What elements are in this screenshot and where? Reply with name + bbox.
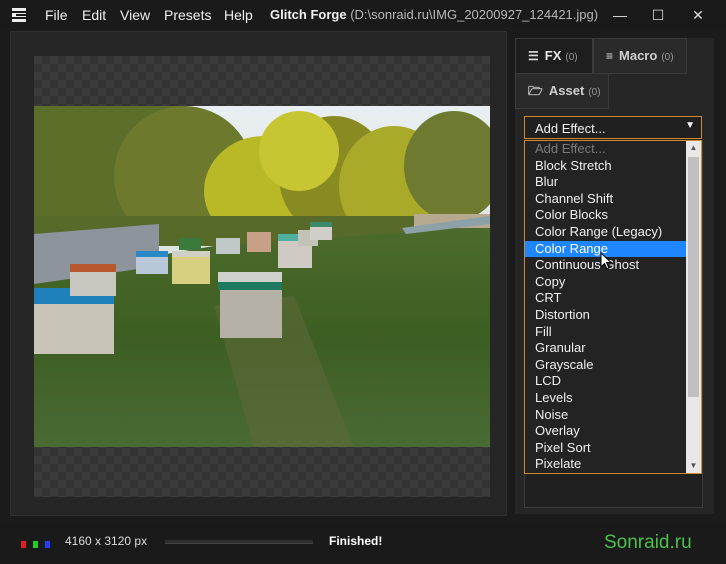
- green-channel-indicator: [33, 541, 38, 548]
- add-effect-dropdown[interactable]: Add Effect... ▼: [524, 116, 702, 139]
- effect-option-grayscale[interactable]: Grayscale: [525, 357, 686, 374]
- effect-option-color-range-legacy[interactable]: Color Range (Legacy): [525, 224, 686, 241]
- tab-fx-count: (0): [565, 52, 578, 63]
- red-channel-indicator: [21, 541, 26, 548]
- effect-option-noise[interactable]: Noise: [525, 407, 686, 424]
- close-button[interactable]: ✕: [686, 6, 710, 24]
- scroll-down-icon[interactable]: ▼: [686, 459, 701, 473]
- menu-help[interactable]: Help: [224, 7, 253, 23]
- effect-option-placeholder[interactable]: Add Effect...: [525, 141, 686, 158]
- app-name: Glitch Forge: [270, 7, 347, 22]
- effect-option-pixel-sort[interactable]: Pixel Sort: [525, 440, 686, 457]
- status-message: Finished!: [329, 534, 383, 548]
- effect-option-pixelate[interactable]: Pixelate: [525, 456, 686, 473]
- image-dimensions: 4160 x 3120 px: [65, 534, 148, 548]
- tab-macro-label: Macro: [619, 48, 658, 63]
- tab-fx-label: FX: [544, 48, 562, 63]
- window-title: Glitch Forge (D:\sonraid.ru\IMG_20200927…: [270, 7, 598, 22]
- maximize-button[interactable]: ☐: [646, 6, 670, 24]
- layers-icon: ☰: [528, 49, 539, 63]
- watermark: Sonraid.ru: [604, 532, 692, 553]
- file-path: (D:\sonraid.ru\IMG_20200927_124421.jpg): [350, 7, 599, 22]
- effect-option-block-stretch[interactable]: Block Stretch: [525, 158, 686, 175]
- effect-option-blur[interactable]: Blur: [525, 174, 686, 191]
- effect-option-color-blocks[interactable]: Color Blocks: [525, 207, 686, 224]
- effect-option-distortion[interactable]: Distortion: [525, 307, 686, 324]
- menu-file[interactable]: File: [45, 7, 68, 23]
- effect-option-lcd[interactable]: LCD: [525, 373, 686, 390]
- effect-option-overlay[interactable]: Overlay: [525, 423, 686, 440]
- effect-option-levels[interactable]: Levels: [525, 390, 686, 407]
- blue-channel-indicator: [45, 541, 50, 548]
- tab-asset-count: (0): [588, 87, 601, 98]
- effect-option-granular[interactable]: Granular: [525, 340, 686, 357]
- tab-macro[interactable]: ≡ Macro (0): [593, 38, 687, 74]
- scroll-up-icon[interactable]: ▲: [686, 141, 701, 155]
- scrollbar-thumb[interactable]: [688, 157, 699, 397]
- effect-option-copy[interactable]: Copy: [525, 274, 686, 291]
- image-preview: [34, 106, 490, 447]
- menu-edit[interactable]: Edit: [82, 7, 106, 23]
- minimize-button[interactable]: —: [608, 6, 632, 24]
- effect-option-fill[interactable]: Fill: [525, 324, 686, 341]
- options-scrollbar[interactable]: ▲ ▼: [686, 141, 701, 473]
- folder-icon: 🗁: [528, 84, 543, 98]
- add-effect-value: Add Effect...: [535, 121, 606, 136]
- list-icon: ≡: [606, 49, 614, 63]
- effect-option-channel-shift[interactable]: Channel Shift: [525, 191, 686, 208]
- mouse-cursor-icon: [600, 252, 612, 270]
- effect-option-crt[interactable]: CRT: [525, 290, 686, 307]
- tab-macro-count: (0): [661, 52, 674, 63]
- tab-asset[interactable]: 🗁 Asset (0): [515, 73, 609, 109]
- effect-options-list[interactable]: Add Effect... Block Stretch Blur Channel…: [524, 140, 702, 474]
- menu-view[interactable]: View: [120, 7, 150, 23]
- app-logo-icon: [12, 8, 26, 22]
- effect-options: Add Effect... Block Stretch Blur Channel…: [525, 141, 686, 473]
- progress-bar: [165, 540, 313, 544]
- tab-fx[interactable]: ☰ FX (0): [515, 38, 593, 73]
- tab-asset-label: Asset: [548, 83, 585, 98]
- menu-presets[interactable]: Presets: [164, 7, 211, 23]
- chevron-down-icon: ▼: [685, 120, 695, 131]
